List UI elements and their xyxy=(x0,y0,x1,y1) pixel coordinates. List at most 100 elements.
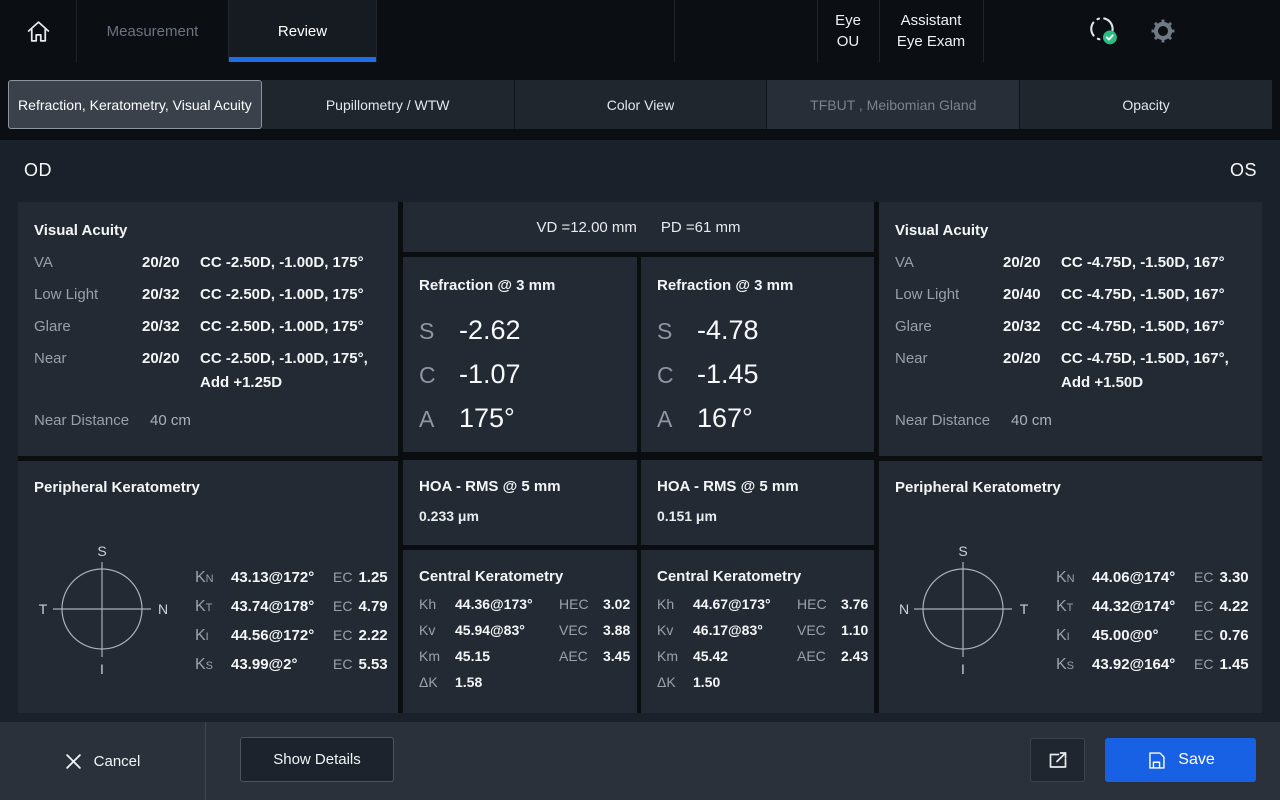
ck-value: 1.50 xyxy=(693,672,797,692)
pk-ec: EC3.30 xyxy=(1194,567,1254,588)
panel-title: Visual Acuity xyxy=(879,202,1262,239)
compass-inferior-label: I xyxy=(961,661,965,677)
refraction-row: A 167° xyxy=(641,396,874,440)
axis-value: 167° xyxy=(697,401,753,435)
show-details-button[interactable]: Show Details xyxy=(240,737,394,782)
va-row-rx: CC -2.50D, -1.00D, 175° xyxy=(200,283,382,307)
hoa-value: 0.151 μm xyxy=(641,495,874,524)
pk-k-label: KS xyxy=(1056,654,1088,677)
near-distance-value: 40 cm xyxy=(150,409,382,433)
va-row: Low Light 20/32 CC -2.50D, -1.00D, 175° xyxy=(18,279,398,311)
pk-row: KN 43.13@172° EC1.25 xyxy=(195,564,390,593)
pk-ec: EC4.22 xyxy=(1194,596,1254,617)
ck-row: Kh 44.67@173° HEC 3.76 xyxy=(641,591,874,617)
ck-label: Km xyxy=(657,646,693,666)
save-label: Save xyxy=(1178,751,1214,769)
ck-label2 xyxy=(559,672,603,692)
va-row: VA 20/20 CC -2.50D, -1.00D, 175° xyxy=(18,247,398,279)
cylinder-label: C xyxy=(419,362,459,389)
near-distance-row: Near Distance 40 cm xyxy=(18,405,398,437)
eye-selector-button[interactable]: Eye OU xyxy=(818,0,880,62)
panel-grid: Visual Acuity VA 20/20 CC -2.50D, -1.00D… xyxy=(18,202,1262,713)
ck-label2: AEC xyxy=(559,646,603,666)
export-button[interactable] xyxy=(1030,738,1085,782)
vd-pd-strip: VD =12.00 mm PD =61 mm xyxy=(403,202,874,252)
pk-row: KT 43.74@178° EC4.79 xyxy=(195,593,390,622)
va-row: Near 20/20 CC -2.50D, -1.00D, 175°, Add … xyxy=(18,343,398,399)
va-row-label: Near xyxy=(34,347,134,371)
va-row-rx: CC -4.75D, -1.50D, 167°, Add +1.50D xyxy=(1061,347,1246,395)
pk-ec: EC4.79 xyxy=(333,596,390,617)
ck-value2: 2.43 xyxy=(841,646,868,666)
os-central-keratometry-panel: Central Keratometry Kh 44.67@173° HEC 3.… xyxy=(641,550,874,713)
compass-superior-label: S xyxy=(97,543,106,559)
pk-ec: EC1.45 xyxy=(1194,654,1254,675)
ck-label2 xyxy=(797,672,841,692)
assistant-value: Eye Exam xyxy=(897,31,965,52)
va-row-score: 20/20 xyxy=(1003,347,1053,371)
va-row-label: Glare xyxy=(895,315,995,339)
ck-label: Kh xyxy=(419,594,455,614)
axis-value: 175° xyxy=(459,401,515,435)
topbar-icon-group xyxy=(984,0,1280,62)
compass-diagram: S I T N xyxy=(32,542,182,677)
cylinder-label: C xyxy=(657,362,697,389)
ck-label: ΔK xyxy=(657,672,693,692)
va-row-score: 20/32 xyxy=(1003,315,1053,339)
pk-value: 43.99@2° xyxy=(231,654,329,675)
near-distance-row: Near Distance 40 cm xyxy=(879,405,1262,437)
refraction-rows: S -2.62 C -1.07 A 175° xyxy=(403,308,637,440)
pk-k-label: KN xyxy=(195,567,227,590)
settings-gear-icon[interactable] xyxy=(1149,17,1177,45)
ck-label2: AEC xyxy=(797,646,841,666)
tab-measurement[interactable]: Measurement xyxy=(77,0,229,62)
subtab-color-view[interactable]: Color View xyxy=(515,80,768,129)
refraction-row: C -1.45 xyxy=(641,352,874,396)
hoa-value: 0.233 μm xyxy=(403,495,637,524)
pk-value: 43.13@172° xyxy=(231,567,329,588)
va-row: Glare 20/32 CC -2.50D, -1.00D, 175° xyxy=(18,311,398,343)
vd-value: VD =12.00 mm xyxy=(536,219,636,236)
subtab-opacity[interactable]: Opacity xyxy=(1020,80,1272,129)
home-button[interactable] xyxy=(0,0,77,62)
subtab-refraction-keratometry-visual-acuity[interactable]: Refraction, Keratometry, Visual Acuity xyxy=(8,80,262,129)
pk-row: KN 44.06@174° EC3.30 xyxy=(1056,564,1254,593)
assistant-button[interactable]: Assistant Eye Exam xyxy=(880,0,984,62)
pk-ec: EC5.53 xyxy=(333,654,390,675)
panel-title: Refraction @ 3 mm xyxy=(403,257,637,294)
save-button[interactable]: Save xyxy=(1105,738,1256,782)
panel-title: Peripheral Keratometry xyxy=(879,461,1262,496)
ck-value2: 1.10 xyxy=(841,620,868,640)
sync-status-icon[interactable] xyxy=(1087,15,1119,47)
show-details-label: Show Details xyxy=(273,751,361,768)
od-peripheral-keratometry-panel: Peripheral Keratometry S I T N KN 43.13@… xyxy=(18,461,398,713)
od-visual-acuity-panel: Visual Acuity VA 20/20 CC -2.50D, -1.00D… xyxy=(18,202,398,456)
os-visual-acuity-panel: Visual Acuity VA 20/20 CC -4.75D, -1.50D… xyxy=(879,202,1262,456)
pk-k-label: KT xyxy=(195,596,227,619)
ck-rows: Kh 44.67@173° HEC 3.76 Kv 46.17@83° VEC … xyxy=(641,591,874,695)
pk-ec: EC0.76 xyxy=(1194,625,1254,646)
os-refraction-panel: Refraction @ 3 mm S -4.78 C -1.45 A 167° xyxy=(641,257,874,452)
sphere-value: -2.62 xyxy=(459,313,521,347)
save-floppy-icon xyxy=(1146,750,1167,771)
va-row-score: 20/32 xyxy=(142,283,192,307)
near-distance-value: 40 cm xyxy=(1011,409,1246,433)
va-row-label: VA xyxy=(895,251,995,275)
ck-row: Km 45.15 AEC 3.45 xyxy=(403,643,637,669)
tab-review[interactable]: Review xyxy=(229,0,377,62)
cylinder-value: -1.07 xyxy=(459,357,521,391)
pk-k-label: KI xyxy=(1056,625,1088,648)
pk-rows: KN 43.13@172° EC1.25 KT 43.74@178° EC4.7… xyxy=(195,564,390,680)
refraction-rows: S -4.78 C -1.45 A 167° xyxy=(641,308,874,440)
va-rx-line2: Add +1.25D xyxy=(200,371,382,395)
subtab-tfbut-meibomian-gland[interactable]: TFBUT , Meibomian Gland xyxy=(767,80,1020,129)
subtab-pupillometry-wtw[interactable]: Pupillometry / WTW xyxy=(262,80,515,129)
va-rx-line1: CC -2.50D, -1.00D, 175°, xyxy=(200,347,382,371)
cancel-button[interactable]: Cancel xyxy=(0,722,206,800)
ck-label: Km xyxy=(419,646,455,666)
pk-value: 44.56@172° xyxy=(231,625,329,646)
ck-value: 1.58 xyxy=(455,672,559,692)
va-row-rx: CC -2.50D, -1.00D, 175°, Add +1.25D xyxy=(200,347,382,395)
va-row: Glare 20/32 CC -4.75D, -1.50D, 167° xyxy=(879,311,1262,343)
va-row-rx: CC -2.50D, -1.00D, 175° xyxy=(200,315,382,339)
